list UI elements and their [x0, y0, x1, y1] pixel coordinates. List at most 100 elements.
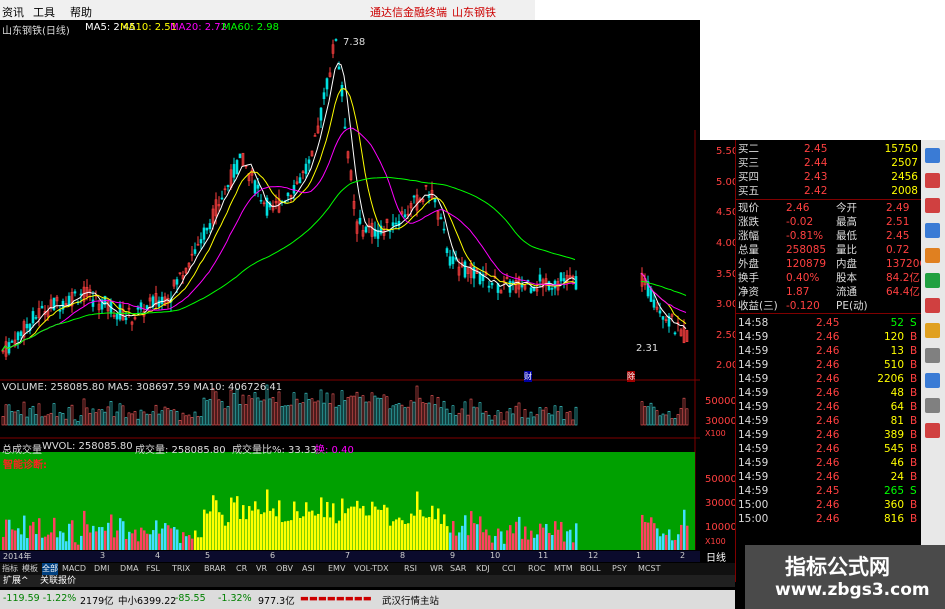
tick-row[interactable]: 14:59 2.46 120 B: [736, 330, 922, 344]
tick-row[interactable]: 14:59 2.46 64 B: [736, 400, 922, 414]
tick-cell: 2.46: [816, 415, 840, 427]
diagnostic-bar: [524, 526, 527, 550]
indicator-tab[interactable]: EMV: [328, 563, 345, 575]
tick-cell: 14:59: [738, 429, 769, 441]
indicator-tab[interactable]: BOLL: [580, 563, 601, 575]
quote-stat-cell: 净资: [738, 286, 759, 298]
quote-stat-cell: 收益(三): [738, 300, 778, 312]
flag-icon[interactable]: [925, 298, 940, 313]
indicator-tab[interactable]: MACD: [62, 563, 86, 575]
candle-body: [124, 317, 128, 321]
indicator-tab[interactable]: OBV: [276, 563, 293, 575]
diagnostic-bar: [188, 534, 191, 550]
kline-chart-area[interactable]: 山东钢铁(日线) MA5: 2.45 MA10: 2.51 MA20: 2.72…: [0, 20, 700, 560]
tool-icon[interactable]: [925, 398, 940, 413]
diagnostic-bar: [14, 530, 17, 550]
candle-body: [73, 291, 77, 294]
diagnostic-bar: [320, 497, 323, 550]
tick-row[interactable]: 14:59 2.46 2206 B: [736, 372, 922, 386]
chart-icon[interactable]: [925, 173, 940, 188]
candle-body: [115, 313, 119, 320]
indicator-tab[interactable]: 全部: [42, 563, 58, 575]
link-icon[interactable]: [925, 148, 940, 163]
indicator-tab[interactable]: MTM: [554, 563, 573, 575]
tick-row[interactable]: 14:59 2.46 13 B: [736, 344, 922, 358]
indicator-tab[interactable]: KDJ: [476, 563, 490, 575]
indicator-tab[interactable]: PSY: [612, 563, 627, 575]
indicator-tab[interactable]: MCST: [638, 563, 660, 575]
menu-item-tools[interactable]: 工具: [33, 4, 55, 20]
indicator-tab[interactable]: RSI: [404, 563, 417, 575]
indicator-tab[interactable]: CCI: [502, 563, 516, 575]
menu-item-news[interactable]: 资讯: [2, 4, 24, 20]
tick-cell: S: [910, 317, 917, 329]
diag-wvol: WVOL: 258085.80: [42, 441, 133, 452]
event-tag-exright[interactable]: 除: [627, 371, 635, 382]
indicator-tab[interactable]: VR: [256, 563, 267, 575]
candle-body: [298, 177, 302, 184]
candle-body: [58, 309, 62, 312]
diagnostic-bar: [494, 536, 497, 550]
tick-row[interactable]: 14:59 2.45 265 S: [736, 484, 922, 498]
diagnostic-bar: [404, 523, 407, 550]
tick-row[interactable]: 15:00 2.46 360 B: [736, 498, 922, 512]
diagnostic-bar: [434, 519, 437, 550]
index-change: -119.59 -1.22%: [3, 593, 77, 604]
indicator-tab[interactable]: 模板: [22, 563, 38, 575]
tick-row[interactable]: 14:59 2.46 48 B: [736, 386, 922, 400]
tick-cell: 2206: [877, 373, 904, 385]
indicator-tab[interactable]: DMI: [94, 563, 109, 575]
server-name[interactable]: 武汉行情主站: [382, 593, 439, 607]
tick-row[interactable]: 14:59 2.46 46 B: [736, 456, 922, 470]
diagnostic-bar: [644, 521, 647, 550]
diagnostic-bar: [431, 505, 434, 550]
bar-icon[interactable]: [925, 198, 940, 213]
indicator-tab[interactable]: VOL-TDX: [354, 563, 389, 575]
tick-row[interactable]: 14:59 2.46 24 B: [736, 470, 922, 484]
candle-body: [40, 305, 44, 309]
tab-related-quote[interactable]: 关联报价: [40, 575, 76, 587]
tick-row[interactable]: 15:00 2.46 816 B: [736, 512, 922, 526]
refresh-icon[interactable]: [925, 273, 940, 288]
settings-icon[interactable]: [925, 348, 940, 363]
tick-row[interactable]: 14:59 2.46 545 B: [736, 442, 922, 456]
diagnostic-bar: [344, 513, 347, 550]
indicator-tab[interactable]: CR: [236, 563, 247, 575]
indicator-tab[interactable]: FSL: [146, 563, 160, 575]
indicator-tab[interactable]: BRAR: [204, 563, 226, 575]
candle-body: [307, 159, 311, 164]
diagnostic-bar: [530, 530, 533, 550]
tick-row[interactable]: 14:58 2.45 52 S: [736, 316, 922, 330]
indicator-tab[interactable]: ROC: [528, 563, 545, 575]
index-amount: 2179亿: [80, 596, 114, 607]
diagnostic-bar: [62, 532, 65, 550]
diagnostic-bar: [200, 537, 203, 550]
diagnostic-bar: [278, 500, 281, 550]
alert-icon[interactable]: [925, 423, 940, 438]
menu-item-help[interactable]: 帮助: [70, 4, 92, 20]
tab-extend[interactable]: 扩展^: [3, 575, 29, 587]
diagnostic-bar: [38, 518, 41, 550]
tick-cell: 14:59: [738, 485, 769, 497]
indicator-tab[interactable]: WR: [430, 563, 443, 575]
layout-icon[interactable]: [925, 248, 940, 263]
indicator-tab[interactable]: SAR: [450, 563, 466, 575]
diagnostic-bar: [662, 533, 665, 550]
tick-row[interactable]: 14:59 2.46 389 B: [736, 428, 922, 442]
indicator-tab[interactable]: 指标: [2, 563, 18, 575]
indicator-tab[interactable]: TRIX: [172, 563, 190, 575]
event-tag-report[interactable]: 财: [524, 371, 532, 382]
grid-icon[interactable]: [925, 223, 940, 238]
pencil-icon[interactable]: [925, 323, 940, 338]
indicator-tab[interactable]: ASI: [302, 563, 315, 575]
tick-row[interactable]: 14:59 2.46 81 B: [736, 414, 922, 428]
search-icon[interactable]: [925, 373, 940, 388]
diagnostic-bar: [473, 523, 476, 550]
indicator-tab[interactable]: DMA: [120, 563, 139, 575]
tick-row[interactable]: 14:59 2.46 510 B: [736, 358, 922, 372]
period-selector[interactable]: 日线: [706, 549, 726, 564]
diagnostic-bar: [155, 520, 158, 550]
diagnostic-bar: [350, 506, 353, 550]
diagnostic-bar: [119, 518, 122, 550]
diagnostic-bar: [269, 510, 272, 550]
